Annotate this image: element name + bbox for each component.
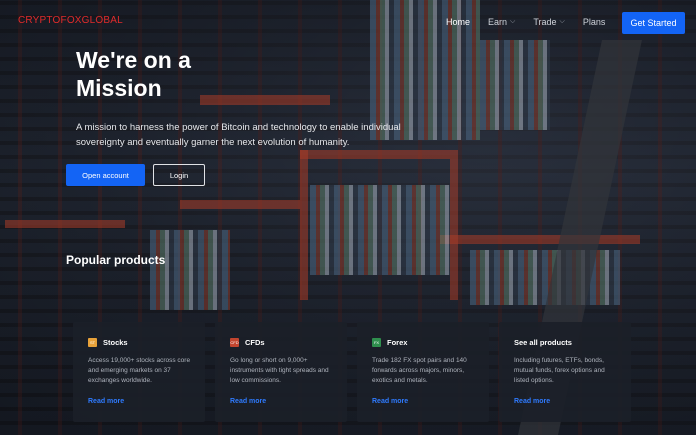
main-nav: Home Earn ⌵ Trade ⌵ Plans [446, 17, 623, 27]
nav-home-label: Home [446, 17, 471, 27]
read-more-link[interactable]: Read more [514, 398, 550, 405]
container-stack [470, 250, 620, 305]
forex-icon: FX [372, 338, 381, 347]
get-started-button[interactable]: Get Started [622, 12, 685, 34]
card-header: See all products [514, 338, 617, 347]
crane-decoration [180, 200, 300, 209]
product-card-all: See all products Including futures, ETFs… [499, 322, 631, 422]
container-stack [310, 185, 450, 275]
crane-decoration [300, 150, 308, 300]
site-logo[interactable]: CRYPTOFOXGLOBAL [18, 15, 123, 26]
container-stack [150, 230, 230, 310]
nav-home[interactable]: Home [446, 17, 470, 27]
stocks-icon: ST [88, 338, 97, 347]
nav-trade-label: Trade [533, 17, 557, 27]
site-header: CRYPTOFOXGLOBAL Home Earn ⌵ Trade ⌵ Plan… [0, 0, 696, 46]
hero-title-line2: Mission [76, 75, 162, 101]
container-stack [480, 40, 550, 130]
product-card-forex: FX Forex Trade 182 FX spot pairs and 140… [357, 322, 489, 422]
chevron-down-icon: ⌵ [559, 18, 565, 25]
product-card-stocks: ST Stocks Access 19,000+ stocks across c… [73, 322, 205, 422]
card-description: Including futures, ETFs, bonds, mutual f… [514, 357, 605, 384]
open-account-button[interactable]: Open account [66, 164, 145, 186]
cfds-icon: CFD [230, 338, 239, 347]
chevron-down-icon: ⌵ [510, 18, 516, 25]
hero-description: A mission to harness the power of Bitcoi… [76, 122, 401, 148]
hero-section: We're on a Mission A mission to harness … [76, 46, 436, 150]
hero-title: We're on a Mission [76, 46, 436, 102]
card-header: CFD CFDs [230, 338, 333, 347]
crane-decoration [5, 220, 125, 228]
card-title: CFDs [245, 338, 265, 347]
read-more-link[interactable]: Read more [372, 398, 408, 405]
hero-title-line1: We're on a [76, 47, 191, 73]
nav-trade[interactable]: Trade ⌵ [533, 17, 565, 27]
popular-products-title: Popular products [66, 253, 166, 267]
read-more-link[interactable]: Read more [230, 398, 266, 405]
card-description: Trade 182 FX spot pairs and 140 forwards… [372, 357, 467, 384]
card-description: Access 19,000+ stocks across core and em… [88, 357, 191, 384]
crane-decoration [440, 235, 640, 244]
read-more-link[interactable]: Read more [88, 398, 124, 405]
card-header: ST Stocks [88, 338, 191, 347]
product-cards: ST Stocks Access 19,000+ stocks across c… [73, 322, 631, 422]
card-description: Go long or short on 9,000+ instruments w… [230, 357, 329, 384]
hero-buttons: Open account Login [66, 164, 205, 186]
crane-decoration [450, 150, 458, 300]
crane-decoration [300, 150, 450, 159]
card-title: See all products [514, 338, 572, 347]
product-card-cfds: CFD CFDs Go long or short on 9,000+ inst… [215, 322, 347, 422]
card-title: Stocks [103, 338, 128, 347]
login-button[interactable]: Login [153, 164, 205, 186]
nav-plans[interactable]: Plans [583, 17, 606, 27]
card-title: Forex [387, 338, 408, 347]
nav-earn-label: Earn [488, 17, 508, 27]
nav-earn[interactable]: Earn ⌵ [488, 17, 515, 27]
card-header: FX Forex [372, 338, 475, 347]
nav-plans-label: Plans [582, 17, 606, 27]
